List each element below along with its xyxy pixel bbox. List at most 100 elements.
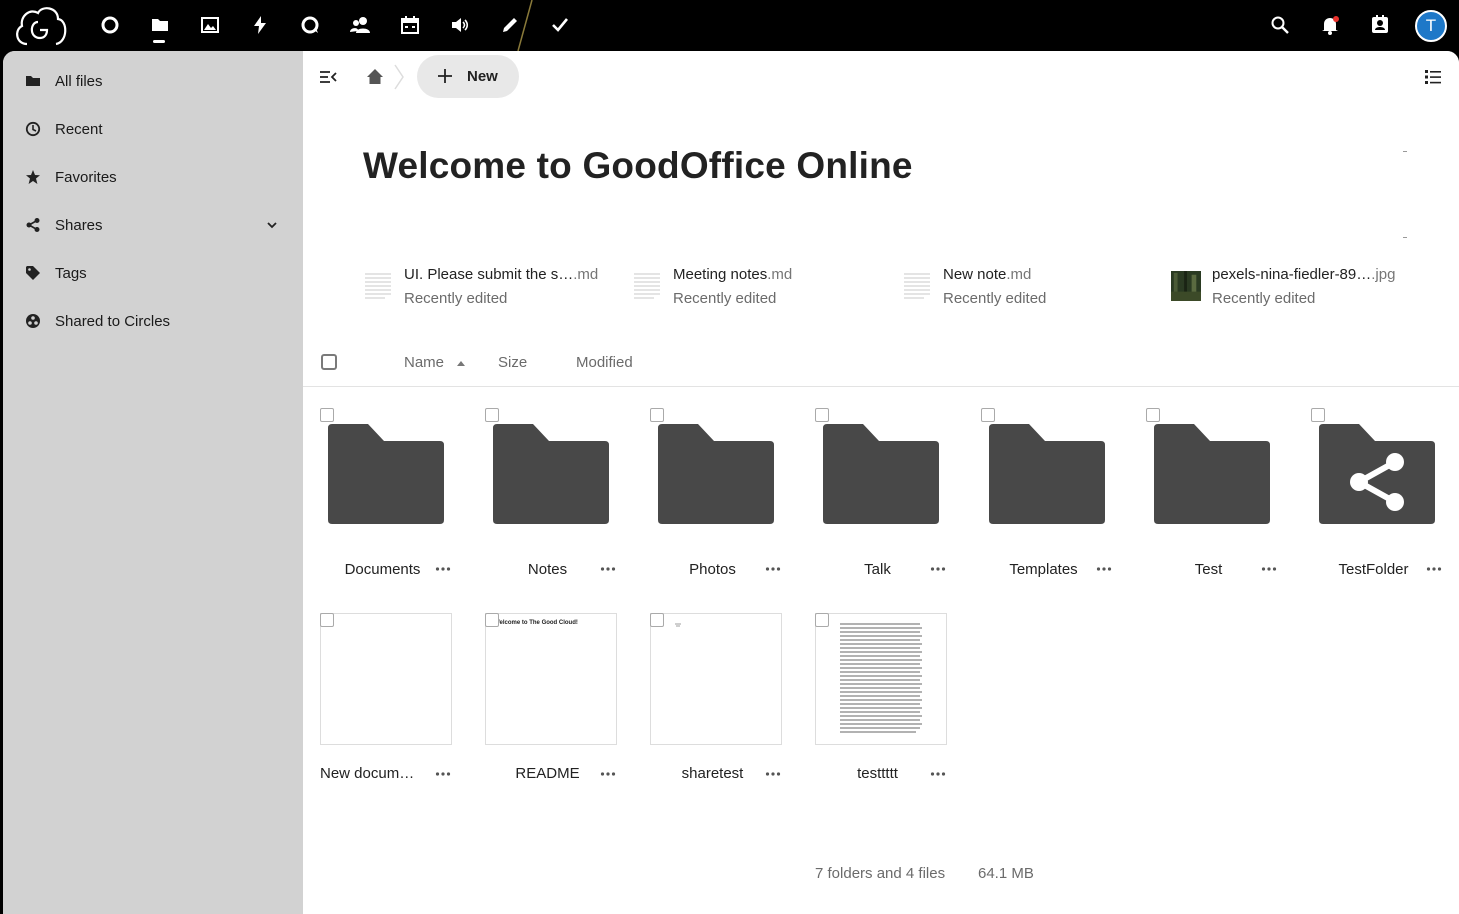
file-preview (815, 613, 947, 745)
sidebar-item-shares[interactable]: Shares (3, 205, 303, 245)
item-checkbox[interactable] (981, 408, 995, 422)
item-checkbox[interactable] (1311, 408, 1325, 422)
recent-file-item[interactable]: pexels-nina-fiedler-89….jpg Recently edi… (1171, 264, 1421, 312)
file-tile-testtttt[interactable]: testtttt (805, 613, 965, 803)
folder-tile-photos[interactable]: Photos (640, 408, 800, 598)
sidebar-item-recent[interactable]: Recent (3, 109, 303, 149)
sidebar-item-all-files[interactable]: All files (3, 61, 303, 101)
more-actions-icon[interactable] (765, 771, 781, 777)
more-actions-icon[interactable] (435, 771, 451, 777)
app-frame: All files Recent Favorites Shares Tags S… (3, 51, 1459, 914)
item-name: README (515, 765, 580, 782)
item-checkbox[interactable] (815, 613, 829, 627)
more-actions-icon[interactable] (1261, 566, 1277, 572)
more-actions-icon[interactable] (600, 771, 616, 777)
new-button[interactable]: New (417, 55, 519, 98)
circle-icon (101, 16, 119, 34)
column-header-name[interactable]: Name (404, 354, 444, 371)
contact-card-icon (1372, 15, 1388, 33)
recent-file-item[interactable]: New note.md Recently edited (902, 264, 1152, 312)
sidebar-item-shared-to-circles[interactable]: Shared to Circles (3, 301, 303, 341)
folder-tile-talk[interactable]: Talk (805, 408, 965, 598)
files-summary: 7 folders and 4 files (815, 865, 946, 882)
item-name: Talk (864, 561, 891, 578)
activity-app-button[interactable] (245, 10, 275, 40)
folder-tile-documents[interactable]: Documents (310, 408, 470, 598)
notifications-button[interactable] (1316, 11, 1344, 39)
file-preview: Welcome to The Good Cloud! (485, 613, 617, 745)
chevron-down-icon[interactable] (265, 218, 279, 232)
cloud-logo-icon[interactable] (12, 4, 68, 48)
preview-mark (675, 623, 681, 627)
file-tile-new-document[interactable]: New docum… (310, 613, 470, 803)
more-actions-icon[interactable] (930, 566, 946, 572)
files-app-button[interactable] (145, 10, 175, 40)
toggle-navigation-icon[interactable] (318, 67, 338, 87)
search-button[interactable] (1266, 11, 1294, 39)
folder-icon (493, 424, 609, 524)
files-main: New Welcome to GoodOffice Online UI. Ple… (303, 51, 1459, 914)
chat-icon (301, 16, 319, 34)
decorative-dot (1403, 151, 1407, 152)
item-name: Photos (689, 561, 736, 578)
photos-app-button[interactable] (195, 10, 225, 40)
column-header-size[interactable]: Size (498, 354, 527, 371)
item-checkbox[interactable] (650, 408, 664, 422)
sidebar-item-favorites[interactable]: Favorites (3, 157, 303, 197)
more-actions-icon[interactable] (1096, 566, 1112, 572)
user-avatar[interactable]: T (1415, 10, 1447, 42)
sort-ascending-icon (457, 361, 465, 366)
list-view-icon[interactable] (1424, 68, 1442, 86)
recent-file-item[interactable]: UI. Please submit the s….md Recently edi… (363, 264, 613, 312)
announcements-app-button[interactable] (445, 10, 475, 40)
item-checkbox[interactable] (320, 613, 334, 627)
item-name: Notes (527, 561, 568, 578)
people-icon (350, 17, 370, 33)
item-checkbox[interactable] (320, 408, 334, 422)
more-actions-icon[interactable] (930, 771, 946, 777)
talk-app-button[interactable] (295, 10, 325, 40)
recent-file-status: Recently edited (404, 290, 508, 307)
active-app-indicator (153, 40, 165, 43)
page-title: Welcome to GoodOffice Online (363, 145, 913, 186)
folder-icon (989, 424, 1105, 524)
more-actions-icon[interactable] (600, 566, 616, 572)
recent-file-status: Recently edited (673, 290, 777, 307)
folder-tile-notes[interactable]: Notes (475, 408, 635, 598)
item-name: testtttt (857, 765, 898, 782)
file-tile-sharetest[interactable]: sharetest (640, 613, 800, 803)
calendar-app-button[interactable] (395, 10, 425, 40)
item-checkbox[interactable] (1146, 408, 1160, 422)
shared-folder-icon (1319, 424, 1435, 524)
bell-icon (1322, 16, 1339, 35)
tasks-app-button[interactable] (545, 10, 575, 40)
home-icon[interactable] (365, 67, 385, 87)
text-file-icon (904, 273, 930, 299)
more-actions-icon[interactable] (1426, 566, 1442, 572)
column-header-modified[interactable]: Modified (576, 354, 633, 371)
text-file-icon (634, 273, 660, 299)
files-total-size: 64.1 MB (978, 865, 1034, 882)
more-actions-icon[interactable] (435, 566, 451, 572)
recent-file-item[interactable]: Meeting notes.md Recently edited (632, 264, 882, 312)
clock-icon (25, 121, 41, 137)
decorative-dot (1403, 237, 1407, 238)
file-tile-readme[interactable]: Welcome to The Good Cloud! README (475, 613, 635, 803)
decorative-stripe (517, 0, 533, 51)
select-all-checkbox[interactable] (321, 354, 337, 370)
item-checkbox[interactable] (485, 408, 499, 422)
item-checkbox[interactable] (815, 408, 829, 422)
contacts-app-button[interactable] (345, 10, 375, 40)
item-checkbox[interactable] (485, 613, 499, 627)
dashboard-app-button[interactable] (95, 10, 125, 40)
more-actions-icon[interactable] (765, 566, 781, 572)
folder-tile-testfolder[interactable]: TestFolder (1301, 408, 1459, 598)
folder-icon (152, 19, 168, 31)
sidebar-item-label: Tags (55, 264, 87, 282)
sidebar-item-tags[interactable]: Tags (3, 253, 303, 293)
folder-tile-test[interactable]: Test (1136, 408, 1296, 598)
item-checkbox[interactable] (650, 613, 664, 627)
contacts-menu-button[interactable] (1366, 11, 1394, 39)
folder-tile-templates[interactable]: Templates (971, 408, 1131, 598)
calendar-icon (401, 16, 419, 34)
